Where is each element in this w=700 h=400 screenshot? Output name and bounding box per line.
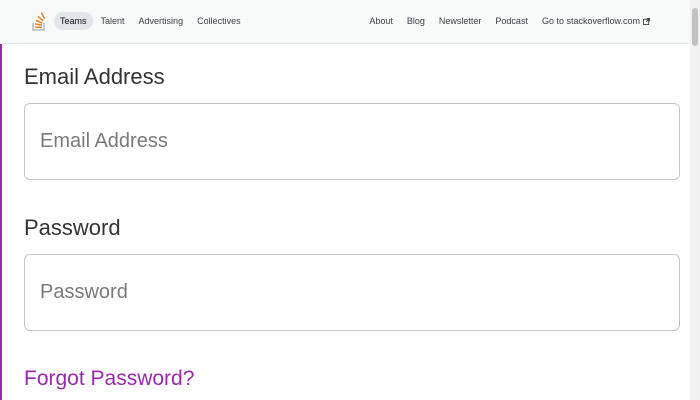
nav-link-teams[interactable]: Teams (54, 12, 93, 30)
page-scrollbar[interactable] (690, 0, 700, 400)
top-nav-bar: Teams Talent Advertising Collectives Abo… (0, 0, 700, 44)
nav-link-advertising[interactable]: Advertising (133, 12, 190, 30)
stackoverflow-logo-icon[interactable] (31, 8, 47, 32)
nav-link-collectives[interactable]: Collectives (191, 12, 247, 30)
scrollbar-thumb[interactable] (692, 8, 698, 46)
password-label: Password (24, 215, 121, 240)
left-accent-bar (0, 44, 2, 400)
nav-link-stackoverflow[interactable]: Go to stackoverflow.com (536, 12, 656, 30)
external-link-icon (643, 18, 650, 25)
password-field[interactable] (24, 254, 680, 331)
forgot-password-link[interactable]: Forgot Password? (24, 367, 194, 391)
email-label: Email Address (24, 64, 165, 89)
email-field[interactable] (24, 103, 680, 180)
nav-link-podcast[interactable]: Podcast (489, 12, 534, 30)
nav-right-links: About Blog Newsletter Podcast Go to stac… (363, 12, 658, 30)
nav-link-blog[interactable]: Blog (401, 12, 431, 30)
nav-link-about[interactable]: About (363, 12, 399, 30)
nav-left-links: Teams Talent Advertising Collectives (54, 12, 249, 30)
nav-link-talent[interactable]: Talent (95, 12, 131, 30)
nav-link-stackoverflow-label: Go to stackoverflow.com (541, 16, 640, 26)
nav-link-newsletter[interactable]: Newsletter (433, 12, 488, 30)
